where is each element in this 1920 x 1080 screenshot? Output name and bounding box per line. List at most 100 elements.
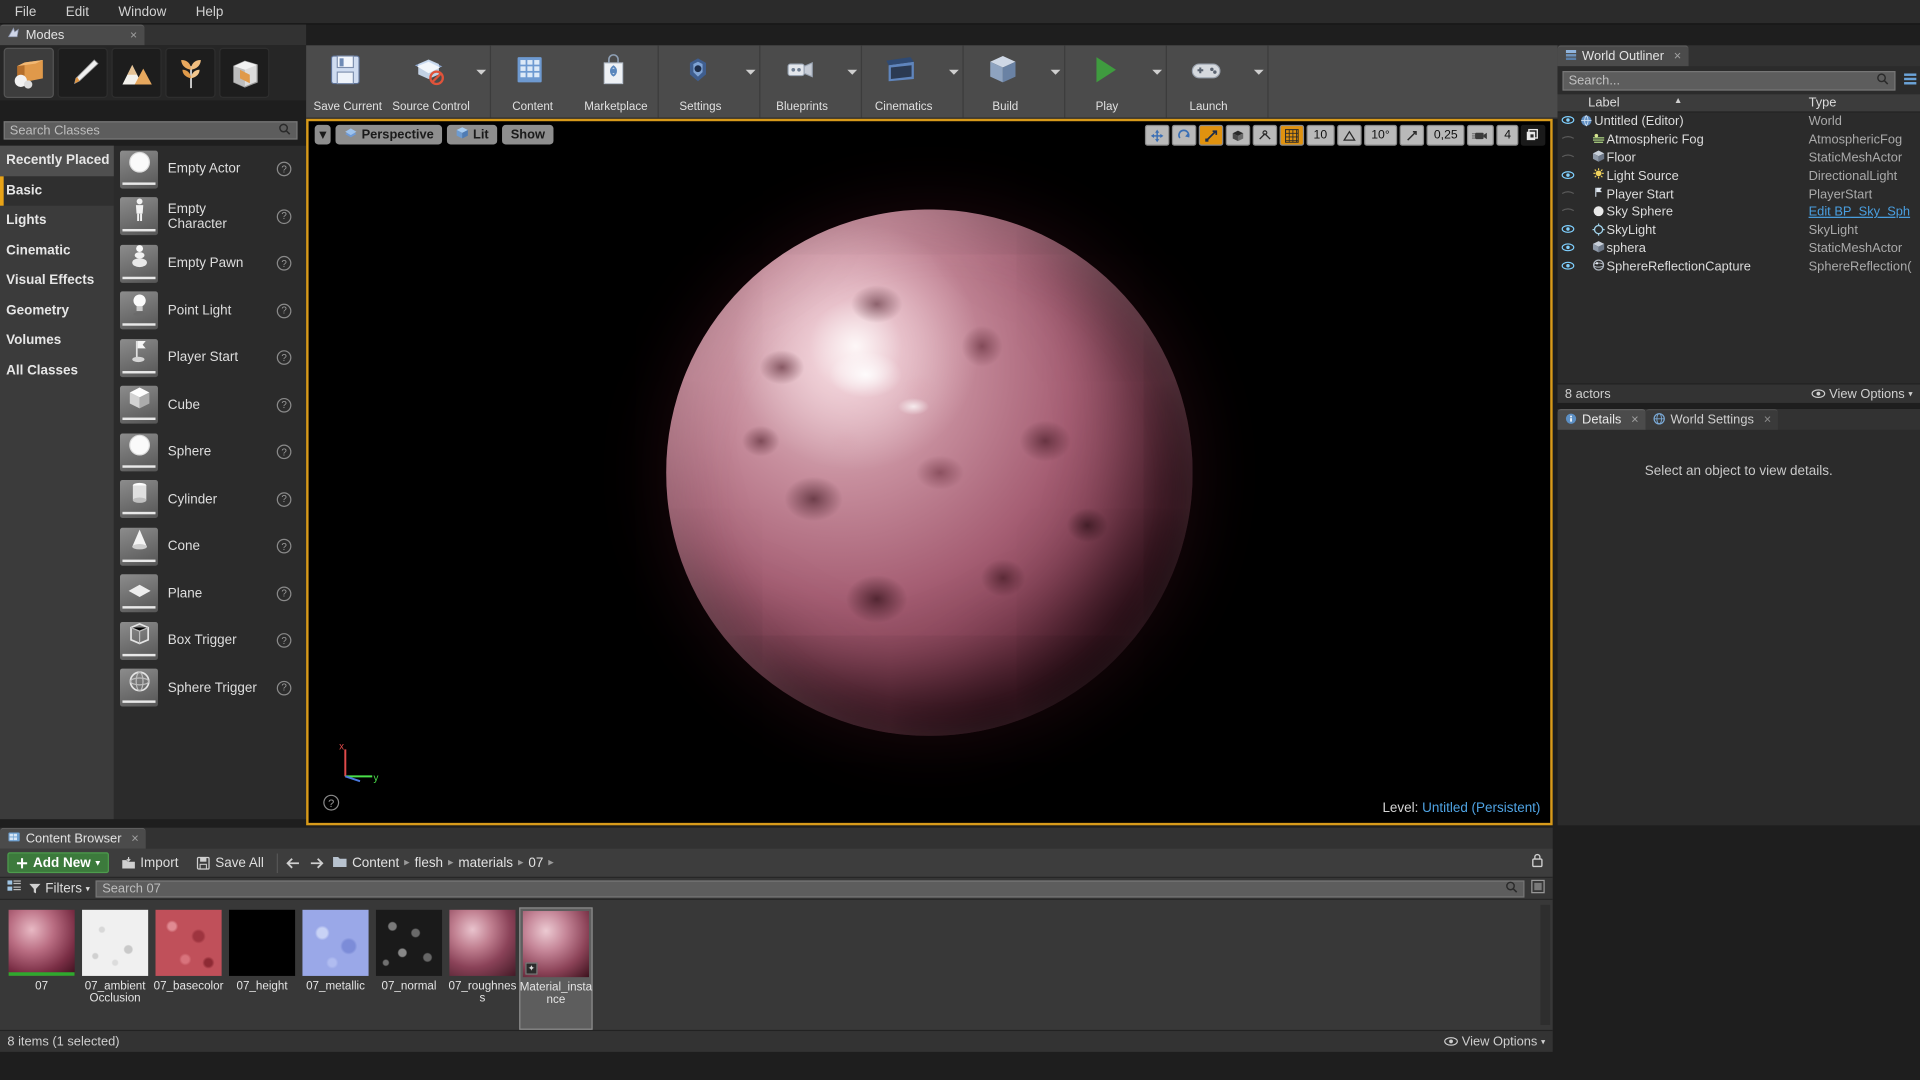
breadcrumb-item-materials[interactable]: materials bbox=[458, 855, 513, 870]
placeable-help-icon[interactable]: ? bbox=[276, 633, 292, 649]
content-browser-tab[interactable]: Content Browser × bbox=[0, 827, 147, 849]
tab-world-settings[interactable]: World Settings × bbox=[1646, 408, 1779, 430]
toolbar-dropdown-build[interactable] bbox=[1047, 45, 1064, 117]
placeable-help-icon[interactable]: ? bbox=[276, 397, 292, 413]
tab-details-close-icon[interactable]: × bbox=[1631, 413, 1639, 428]
viewport-options-menu-button[interactable]: ▾ bbox=[314, 124, 331, 145]
placeable-item[interactable]: Plane? bbox=[114, 570, 306, 617]
placeable-help-icon[interactable]: ? bbox=[276, 350, 292, 366]
placeable-item[interactable]: Cube? bbox=[114, 381, 306, 428]
category-all-classes[interactable]: All Classes bbox=[0, 356, 114, 386]
toolbar-button-content[interactable]: Content bbox=[491, 45, 574, 117]
placeable-item[interactable]: Empty Pawn? bbox=[114, 240, 306, 287]
placeable-help-icon[interactable]: ? bbox=[276, 539, 292, 554]
toolbar-dropdown-settings[interactable] bbox=[742, 45, 759, 117]
outliner-column-type[interactable]: Type bbox=[1809, 96, 1920, 111]
placeable-item[interactable]: Point Light? bbox=[114, 287, 306, 334]
menu-item-file[interactable]: File bbox=[0, 2, 51, 22]
placeable-item[interactable]: Empty Actor? bbox=[114, 146, 306, 193]
history-forward-button[interactable] bbox=[308, 855, 324, 870]
breadcrumb-item-07[interactable]: 07 bbox=[528, 855, 543, 870]
outliner-view-options-button[interactable]: View Options ▾ bbox=[1811, 386, 1913, 401]
outliner-row[interactable]: Sky Sphere Edit BP_Sky_Sph bbox=[1558, 203, 1920, 221]
world-outliner-close-icon[interactable]: × bbox=[1674, 49, 1682, 64]
toolbar-button-build[interactable]: Build bbox=[964, 45, 1047, 117]
outliner-row[interactable]: Atmospheric Fog AtmosphericFog bbox=[1558, 131, 1920, 149]
search-icon[interactable] bbox=[1876, 72, 1889, 89]
placeable-help-icon[interactable]: ? bbox=[276, 209, 292, 224]
content-asset-item[interactable]: 07_metallic bbox=[299, 907, 372, 1029]
content-asset-item[interactable]: 07_basecolor bbox=[152, 907, 225, 1029]
search-icon[interactable] bbox=[278, 122, 291, 139]
world-outliner-tab[interactable]: World Outliner × bbox=[1557, 45, 1689, 67]
viewport-camera-type-button[interactable]: Perspective bbox=[335, 124, 443, 145]
lock-icon[interactable] bbox=[1529, 852, 1545, 874]
viewport-view-mode-button[interactable]: Lit bbox=[447, 124, 498, 145]
placeable-item[interactable]: Sphere Trigger? bbox=[114, 664, 306, 711]
world-outliner-search-input[interactable]: Search... bbox=[1562, 71, 1896, 91]
view-options-grid-icon[interactable] bbox=[7, 877, 22, 899]
visibility-toggle-icon[interactable] bbox=[1558, 188, 1578, 200]
breadcrumb-item-content[interactable]: Content bbox=[352, 855, 399, 870]
placeable-help-icon[interactable]: ? bbox=[276, 256, 292, 271]
content-browser-close-icon[interactable]: × bbox=[131, 831, 139, 846]
placeable-item[interactable]: Sphere? bbox=[114, 429, 306, 476]
outliner-column-label[interactable]: Label ▲ bbox=[1558, 96, 1809, 111]
placeable-item[interactable]: Empty Character? bbox=[114, 193, 306, 240]
toolbar-button-settings[interactable]: Settings bbox=[659, 45, 742, 117]
menu-item-window[interactable]: Window bbox=[104, 2, 181, 22]
history-back-button[interactable] bbox=[285, 855, 301, 870]
modes-tab[interactable]: Modes × bbox=[0, 24, 145, 46]
placeable-item[interactable]: Cone? bbox=[114, 523, 306, 570]
toolbar-dropdown-play[interactable] bbox=[1149, 45, 1166, 117]
toolbar-button-play[interactable]: Play bbox=[1065, 45, 1148, 117]
placeable-item[interactable]: Cylinder? bbox=[114, 476, 306, 523]
category-recently-placed[interactable]: Recently Placed bbox=[0, 145, 114, 176]
visibility-toggle-icon[interactable] bbox=[1558, 206, 1578, 218]
level-name-label[interactable]: Untitled (Persistent) bbox=[1422, 801, 1540, 816]
toolbar-button-save-current[interactable]: Save Current bbox=[306, 45, 389, 117]
placeable-help-icon[interactable]: ? bbox=[276, 161, 292, 177]
viewport-help-icon[interactable]: ? bbox=[323, 794, 340, 811]
content-browser-settings-icon[interactable] bbox=[1531, 877, 1546, 899]
visibility-toggle-icon[interactable] bbox=[1558, 152, 1578, 164]
geometry-editing-mode-button[interactable] bbox=[219, 47, 270, 98]
content-asset-item[interactable]: 07_ambient Occlusion bbox=[78, 907, 151, 1029]
toolbar-button-cinematics[interactable]: Cinematics bbox=[862, 45, 945, 117]
content-asset-item[interactable]: ✦ Material_instance bbox=[519, 907, 593, 1030]
placeable-help-icon[interactable]: ? bbox=[276, 444, 292, 460]
menu-item-help[interactable]: Help bbox=[181, 2, 238, 22]
placeable-help-icon[interactable]: ? bbox=[276, 303, 292, 319]
outliner-row[interactable]: sphera StaticMeshActor bbox=[1558, 239, 1920, 257]
toolbar-button-launch[interactable]: Launch bbox=[1167, 45, 1250, 117]
landscape-mode-button[interactable] bbox=[111, 47, 162, 98]
foliage-mode-button[interactable] bbox=[165, 47, 216, 98]
category-volumes[interactable]: Volumes bbox=[0, 326, 114, 356]
outliner-row[interactable]: SkyLight SkyLight bbox=[1558, 221, 1920, 239]
category-geometry[interactable]: Geometry bbox=[0, 296, 114, 326]
outliner-row[interactable]: Floor StaticMeshActor bbox=[1558, 149, 1920, 167]
outliner-row[interactable]: Player Start PlayerStart bbox=[1558, 185, 1920, 203]
placeable-item[interactable]: Player Start? bbox=[114, 334, 306, 381]
visibility-toggle-icon[interactable] bbox=[1558, 224, 1578, 236]
category-lights[interactable]: Lights bbox=[0, 206, 114, 236]
toolbar-button-source-control[interactable]: Source Control bbox=[389, 45, 472, 117]
content-asset-item[interactable]: 07 bbox=[5, 907, 78, 1029]
outliner-row[interactable]: Light Source DirectionalLight bbox=[1558, 167, 1920, 185]
content-browser-scrollbar[interactable] bbox=[1540, 904, 1551, 1025]
toolbar-dropdown-source-control[interactable] bbox=[473, 45, 490, 117]
tab-details[interactable]: Details × bbox=[1557, 408, 1647, 430]
category-cinematic[interactable]: Cinematic bbox=[0, 236, 114, 266]
toolbar-button-marketplace[interactable]: Marketplace bbox=[574, 45, 657, 117]
visibility-toggle-icon[interactable] bbox=[1558, 170, 1578, 182]
outliner-row[interactable]: Untitled (Editor) World bbox=[1558, 113, 1920, 131]
content-asset-item[interactable]: 07_roughness bbox=[446, 907, 519, 1029]
search-classes-input[interactable]: Search Classes bbox=[3, 121, 298, 140]
category-basic[interactable]: Basic bbox=[0, 175, 114, 206]
outliner-row-type[interactable]: Edit BP_Sky_Sph bbox=[1809, 205, 1920, 220]
visibility-toggle-icon[interactable] bbox=[1558, 116, 1578, 128]
import-button[interactable]: Import bbox=[116, 855, 184, 870]
place-mode-button[interactable] bbox=[3, 47, 54, 98]
category-visual-effects[interactable]: Visual Effects bbox=[0, 266, 114, 296]
search-icon[interactable] bbox=[1505, 880, 1518, 897]
